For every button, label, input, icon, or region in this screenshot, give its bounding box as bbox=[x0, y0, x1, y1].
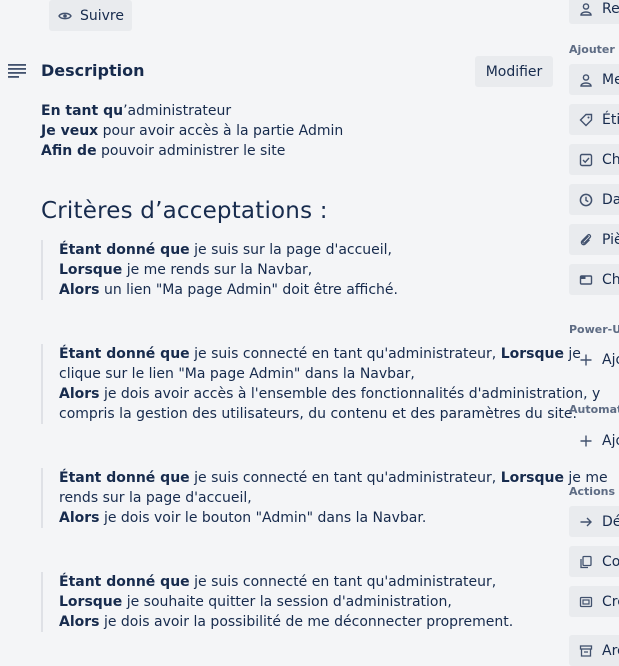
story-line: Afin de pouvoir administrer le site bbox=[41, 143, 286, 159]
edit-description-button[interactable]: Modifier bbox=[475, 56, 553, 87]
sidebar-action-label: Dé bbox=[602, 513, 619, 530]
story-line: En tant qu’administrateur bbox=[41, 103, 232, 119]
automation-heading: Automat bbox=[569, 403, 619, 416]
criteria-line: Alors je dois voir le bouton "Admin" dan… bbox=[59, 510, 427, 526]
sidebar-item-attachment[interactable]: Piè bbox=[569, 224, 619, 255]
user-story: En tant qu’administrateur Je veux pour a… bbox=[41, 101, 343, 161]
add-powerup-button[interactable]: Ajo bbox=[569, 344, 619, 375]
criteria-line: Lorsque je me rends sur la Navbar, bbox=[59, 262, 313, 278]
criteria-block: Étant donné que je suis sur la page d'ac… bbox=[41, 240, 551, 300]
sidebar-item-cover[interactable]: Cha bbox=[569, 264, 619, 295]
watch-label: Suivre bbox=[80, 7, 124, 24]
actions-heading: Actions bbox=[569, 485, 615, 498]
criteria-line: Alors je dois avoir accès à l'ensemble d… bbox=[59, 386, 601, 402]
description-icon bbox=[8, 63, 26, 79]
criteria-line: clique sur le lien "Ma page Admin" dans … bbox=[59, 366, 415, 382]
sidebar-item-label: Me bbox=[602, 71, 619, 88]
checklist-icon bbox=[579, 153, 593, 167]
label-icon bbox=[579, 113, 593, 127]
add-powerup-label: Ajo bbox=[602, 351, 619, 368]
criteria-heading: Critères d’acceptations : bbox=[41, 198, 328, 224]
person-icon bbox=[579, 2, 593, 16]
criteria-line: compris la gestion des utilisateurs, du … bbox=[59, 406, 577, 422]
criteria-block: Étant donné que je suis connecté en tant… bbox=[41, 344, 601, 424]
sidebar-action-label: Co bbox=[602, 553, 619, 570]
story-line: Je veux pour avoir accès à la partie Adm… bbox=[41, 123, 344, 139]
criteria-line: Alors je dois avoir la possibilité de me… bbox=[59, 614, 514, 630]
criteria-block: Étant donné que je suis connecté en tant… bbox=[41, 572, 551, 632]
description-title: Description bbox=[41, 61, 145, 80]
watch-button[interactable]: Suivre bbox=[49, 0, 132, 31]
criteria-line: Étant donné que je suis connecté en tant… bbox=[59, 346, 581, 362]
template-icon bbox=[579, 595, 593, 609]
person-icon bbox=[579, 73, 593, 87]
plus-icon bbox=[579, 353, 593, 367]
plus-icon bbox=[579, 434, 593, 448]
sidebar-item-label: Da bbox=[602, 191, 619, 208]
add-automation-label: Ajo bbox=[602, 432, 619, 449]
criteria-line: rends sur la page d'accueil, bbox=[59, 490, 252, 506]
sidebar-item-label: Piè bbox=[602, 231, 619, 248]
sidebar-item-label: Éti bbox=[602, 111, 619, 128]
sidebar-item-labels[interactable]: Éti bbox=[569, 104, 619, 135]
sidebar-action-archive[interactable]: Arc bbox=[569, 635, 619, 666]
sidebar-action-label: Cré bbox=[602, 593, 619, 610]
criteria-line: Lorsque je souhaite quitter la session d… bbox=[59, 594, 452, 610]
sidebar-join-label: Re bbox=[602, 0, 619, 17]
sidebar-item-checklist[interactable]: Ch bbox=[569, 144, 619, 175]
sidebar-item-label: Cha bbox=[602, 271, 619, 288]
add-automation-button[interactable]: Ajo bbox=[569, 425, 619, 456]
archive-icon bbox=[579, 644, 593, 658]
criteria-line: Étant donné que je suis connecté en tant… bbox=[59, 470, 608, 486]
copy-icon bbox=[579, 555, 593, 569]
paperclip-icon bbox=[579, 233, 593, 247]
powerups-heading: Power-Up bbox=[569, 323, 619, 336]
sidebar-item-members[interactable]: Me bbox=[569, 64, 619, 95]
sidebar-join-button[interactable]: Re bbox=[569, 0, 619, 24]
criteria-line: Étant donné que je suis sur la page d'ac… bbox=[59, 242, 393, 258]
criteria-block: Étant donné que je suis connecté en tant… bbox=[41, 468, 608, 528]
criteria-line: Alors un lien "Ma page Admin" doit être … bbox=[59, 282, 398, 298]
sidebar-item-dates[interactable]: Da bbox=[569, 184, 619, 215]
sidebar-action-template[interactable]: Cré bbox=[569, 586, 619, 617]
arrow-right-icon bbox=[579, 515, 593, 529]
sidebar-action-label: Arc bbox=[602, 642, 619, 659]
sidebar-item-label: Ch bbox=[602, 151, 619, 168]
criteria-line: Étant donné que je suis connecté en tant… bbox=[59, 574, 497, 590]
card-icon bbox=[579, 273, 593, 287]
add-to-card-heading: Ajouter à bbox=[569, 43, 619, 56]
clock-icon bbox=[579, 193, 593, 207]
eye-icon bbox=[58, 9, 72, 23]
sidebar-action-move[interactable]: Dé bbox=[569, 506, 619, 537]
sidebar-action-copy[interactable]: Co bbox=[569, 546, 619, 577]
